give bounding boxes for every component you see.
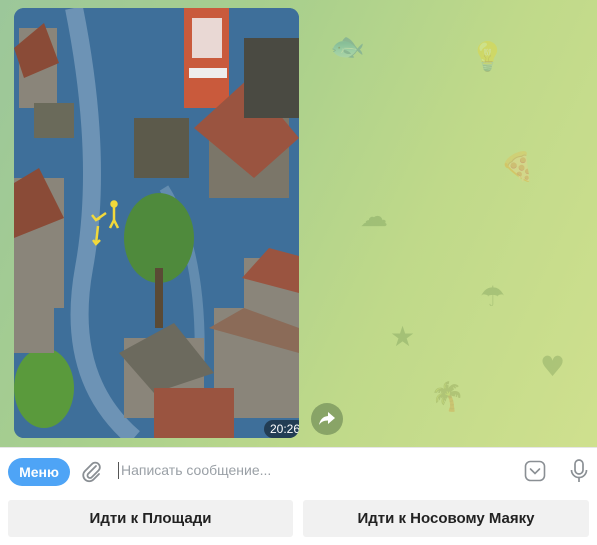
illustrated-map-image (14, 8, 299, 438)
keyboard-button-lighthouse[interactable]: Идти к Носовому Маяку (303, 500, 589, 537)
microphone-icon[interactable] (568, 458, 590, 484)
doodle-heart-icon: ♥ (540, 350, 566, 383)
doodle-pizza-icon: 🍕 (500, 150, 535, 183)
reply-keyboard: Идти к Площади Идти к Носовому Маяку (0, 493, 597, 545)
message-time: 20:26 (264, 420, 299, 438)
doodle-bulb-icon: 💡 (470, 40, 505, 73)
message-composer: Меню Написать сообщение... (0, 447, 597, 494)
share-button[interactable] (311, 403, 343, 435)
doodle-star-icon: ★ (390, 320, 416, 353)
chat-background: 🐟 💡 🍕 ☁ ☂ ★ ♥ 🌴 20:26 (0, 0, 597, 447)
emoji-icon[interactable] (524, 460, 546, 482)
message-input[interactable]: Написать сообщение... (118, 462, 271, 479)
doodle-palm-icon: 🌴 (430, 380, 465, 413)
doodle-umbrella-icon: ☂ (480, 280, 506, 313)
paperclip-icon[interactable] (80, 460, 104, 484)
menu-button[interactable]: Меню (8, 458, 70, 486)
keyboard-button-square[interactable]: Идти к Площади (8, 500, 293, 537)
doodle-cloud-icon: ☁ (360, 200, 388, 233)
doodle-fish-icon: 🐟 (330, 30, 365, 63)
message-photo[interactable]: 20:26 (14, 8, 299, 438)
share-arrow-icon (319, 412, 335, 425)
